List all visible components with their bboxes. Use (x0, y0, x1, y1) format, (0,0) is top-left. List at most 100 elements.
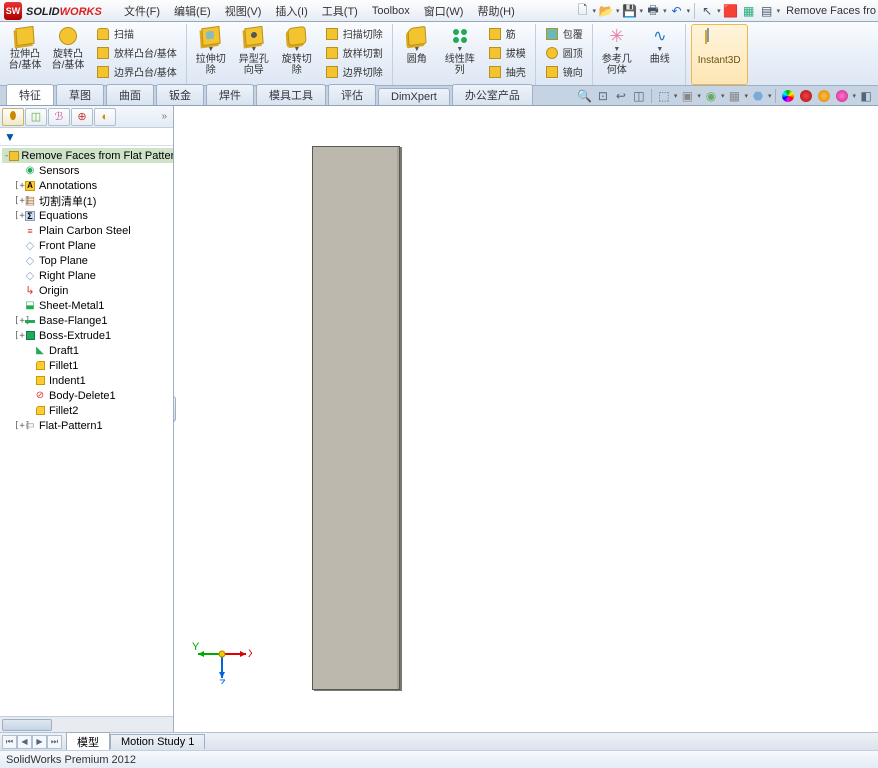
tree-item[interactable]: ◣Draft1 (2, 343, 173, 358)
loft-cut-button[interactable]: 放样切割 (321, 43, 386, 62)
dimxpert-manager-tab[interactable]: ⊕ (71, 108, 93, 126)
menu-insert[interactable]: 插入(I) (269, 1, 313, 21)
zoom-area-icon[interactable]: ⊡ (595, 88, 611, 104)
sweep-button[interactable]: 扫描 (92, 24, 180, 43)
menu-edit[interactable]: 编辑(E) (168, 1, 217, 21)
options-icon[interactable]: ▦ (741, 3, 757, 19)
nav-prev-icon[interactable]: ◀ (17, 735, 32, 749)
feature-tree[interactable]: - Remove Faces from Flat Patter ◉Sensors… (0, 146, 173, 716)
curves-button[interactable]: ∿ ▼ 曲线 (641, 24, 679, 65)
tree-expander[interactable]: [+] (14, 211, 23, 221)
tree-item[interactable]: Fillet2 (2, 403, 173, 418)
revolve-cut-button[interactable]: ▼ 旋转切除 (278, 24, 316, 76)
shell-button[interactable]: 抽壳 (484, 62, 529, 81)
realview-icon[interactable] (780, 88, 796, 104)
tree-item[interactable]: [+]Boss-Extrude1 (2, 328, 173, 343)
tab-sheetmetal[interactable]: 钣金 (156, 84, 204, 105)
draft-button[interactable]: 拔模 (484, 43, 529, 62)
tree-item[interactable]: ⊘Body-Delete1 (2, 388, 173, 403)
graphics-viewport[interactable]: X Y Z (174, 106, 878, 732)
hole-wizard-button[interactable]: ▼ 异型孔向导 (235, 24, 273, 76)
tree-item[interactable]: [+]AAnnotations (2, 178, 173, 193)
undo-icon[interactable]: ↶ (669, 3, 685, 19)
bottom-tab-model[interactable]: 模型 (66, 732, 110, 751)
tree-expander[interactable]: [+] (14, 331, 23, 341)
view-orientation-icon[interactable]: ⬚ (656, 88, 672, 104)
rib-button[interactable]: 筋 (484, 24, 529, 43)
model-part[interactable] (312, 146, 400, 690)
extrude-boss-button[interactable]: 拉伸凸台/基体 (6, 24, 44, 71)
tree-item[interactable]: [+]▤切割清单(1) (2, 193, 173, 208)
cartoon-icon[interactable]: ◧ (858, 88, 874, 104)
tree-item[interactable]: ↳Origin (2, 283, 173, 298)
tree-item[interactable]: Fillet1 (2, 358, 173, 373)
tree-item[interactable]: [+]▬Base-Flange1 (2, 313, 173, 328)
tab-evaluate[interactable]: 评估 (328, 84, 376, 105)
shadows-icon[interactable] (798, 88, 814, 104)
prev-view-icon[interactable]: ↩ (613, 88, 629, 104)
print-icon[interactable]: 🖶 (645, 3, 661, 19)
nav-first-icon[interactable]: ⏮ (2, 735, 17, 749)
panel-splitter-handle[interactable] (174, 396, 176, 422)
tree-expander[interactable]: [+] (14, 316, 23, 326)
nav-next-icon[interactable]: ▶ (32, 735, 47, 749)
apply-scene-icon[interactable]: ⬣ (750, 88, 766, 104)
instant3d-button[interactable]: Instant3D (691, 24, 748, 85)
menu-view[interactable]: 视图(V) (219, 1, 268, 21)
tree-item[interactable]: ≡Plain Carbon Steel (2, 223, 173, 238)
select-icon[interactable]: ↖ (699, 3, 715, 19)
section-view-icon[interactable]: ◫ (631, 88, 647, 104)
tab-dimxpert[interactable]: DimXpert (378, 88, 450, 105)
mirror-button[interactable]: 镜向 (541, 62, 586, 81)
nav-last-icon[interactable]: ⏭ (47, 735, 62, 749)
tree-item[interactable]: ◉Sensors (2, 163, 173, 178)
tree-item[interactable]: Indent1 (2, 373, 173, 388)
tree-expander[interactable]: [+] (14, 421, 23, 431)
sweep-cut-button[interactable]: 扫描切除 (321, 24, 386, 43)
filter-icon[interactable]: ▼ (4, 130, 16, 144)
menu-tools[interactable]: 工具(T) (316, 1, 364, 21)
hide-show-icon[interactable]: ◉ (703, 88, 719, 104)
loft-boss-button[interactable]: 放样凸台/基体 (92, 43, 180, 62)
tree-item[interactable]: ◇Front Plane (2, 238, 173, 253)
menu-help[interactable]: 帮助(H) (471, 1, 520, 21)
scrollbar-thumb[interactable] (2, 719, 52, 731)
edit-appearance-icon[interactable]: ▦ (726, 88, 742, 104)
extrude-cut-button[interactable]: ▼ 拉伸切除 (192, 24, 230, 76)
new-icon[interactable]: 🗋 (575, 3, 591, 19)
dome-button[interactable]: 圆顶 (541, 43, 586, 62)
zoom-fit-icon[interactable]: 🔍 (577, 88, 593, 104)
configuration-manager-tab[interactable]: ℬ (48, 108, 70, 126)
bottom-tab-motion-study[interactable]: Motion Study 1 (110, 734, 205, 749)
tree-item[interactable]: ◇Right Plane (2, 268, 173, 283)
tree-expander[interactable]: [+] (14, 196, 23, 206)
display-manager-tab[interactable]: ◐ (94, 108, 116, 126)
fillet-button[interactable]: ▼ 圆角 (398, 24, 436, 65)
feature-manager-tab[interactable]: ⬮ (2, 108, 24, 126)
tree-item[interactable]: [+]ΣEquations (2, 208, 173, 223)
tab-weldments[interactable]: 焊件 (206, 84, 254, 105)
property-manager-tab[interactable]: ◫ (25, 108, 47, 126)
perspective-icon[interactable] (834, 88, 850, 104)
menu-file[interactable]: 文件(F) (118, 1, 166, 21)
tab-sketch[interactable]: 草图 (56, 84, 104, 105)
ambient-icon[interactable] (816, 88, 832, 104)
tree-item[interactable]: ◇Top Plane (2, 253, 173, 268)
boundary-cut-button[interactable]: 边界切除 (321, 62, 386, 81)
ref-geometry-button[interactable]: ✳ ▼ 参考几何体 (598, 24, 636, 76)
revolve-boss-button[interactable]: 旋转凸台/基体 (49, 24, 87, 71)
linear-pattern-button[interactable]: ▼ 线性阵列 (441, 24, 479, 76)
open-icon[interactable]: 📂 (598, 3, 614, 19)
panel-expand-button[interactable]: » (157, 111, 171, 122)
tab-moldtools[interactable]: 模具工具 (256, 84, 326, 105)
settings-icon[interactable]: ▤ (759, 3, 775, 19)
tree-expander[interactable]: [+] (14, 181, 23, 191)
tab-features[interactable]: 特征 (6, 84, 54, 105)
menu-toolbox[interactable]: Toolbox (366, 3, 416, 19)
menu-window[interactable]: 窗口(W) (418, 1, 470, 21)
tab-surface[interactable]: 曲面 (106, 84, 154, 105)
tree-item[interactable]: [+]▭Flat-Pattern1 (2, 418, 173, 433)
tab-office[interactable]: 办公室产品 (452, 84, 533, 105)
wrap-button[interactable]: 包覆 (541, 24, 586, 43)
tree-root[interactable]: - Remove Faces from Flat Patter (2, 148, 173, 163)
